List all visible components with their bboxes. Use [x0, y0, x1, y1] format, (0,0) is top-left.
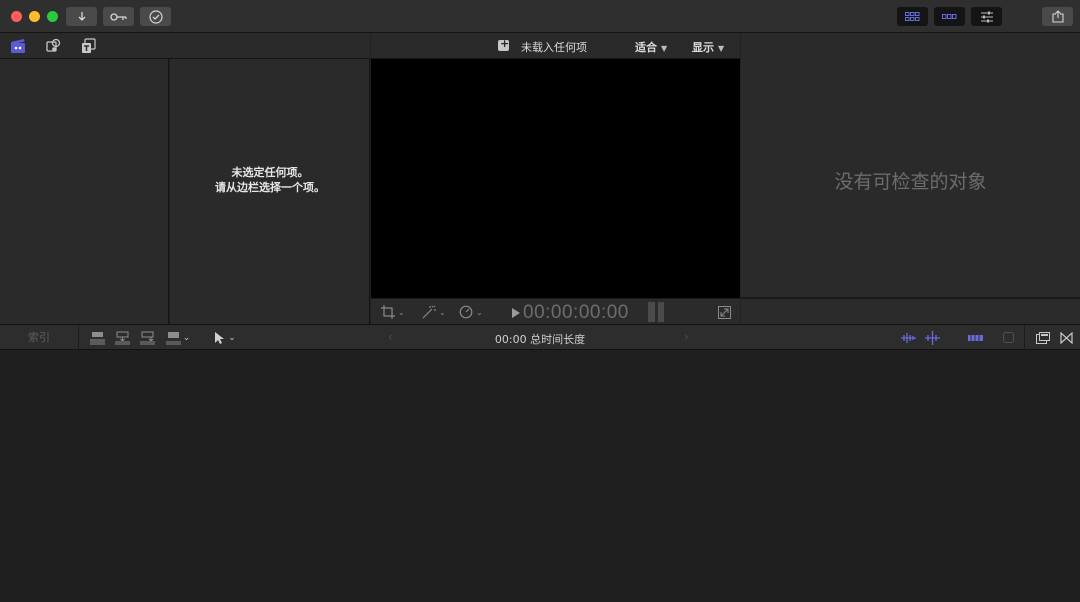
- chevron-down-icon: ▼: [661, 44, 668, 53]
- fit-menu[interactable]: 适合 ▼: [635, 39, 667, 55]
- browser-header: [0, 33, 370, 59]
- browser-pane[interactable]: 未选定任何项。 请从边栏选择一个项。: [170, 59, 370, 324]
- libraries-tab[interactable]: [9, 37, 27, 55]
- minimize-window-button[interactable]: [29, 11, 40, 22]
- chevron-down-icon: ⌄: [476, 307, 483, 317]
- photos-audio-icon: [46, 38, 61, 52]
- timeline-toggle-icon: [942, 14, 957, 19]
- chevron-down-icon: ⌄: [439, 307, 446, 317]
- share-icon: [1051, 10, 1064, 23]
- solo-icon: [967, 334, 983, 341]
- clip-appearance-button[interactable]: [1035, 329, 1051, 346]
- checkmark-icon: [148, 9, 163, 24]
- snapping-icon: [1002, 332, 1014, 343]
- magic-wand-icon: [422, 305, 436, 319]
- crop-menu[interactable]: ⌄: [381, 304, 405, 320]
- play-button[interactable]: [512, 308, 520, 318]
- libraries-icon: [11, 39, 25, 53]
- share-button[interactable]: [1042, 7, 1073, 26]
- inspector-toggle-button[interactable]: [971, 7, 1002, 26]
- effects-icon: [1059, 331, 1073, 344]
- crop-icon: [381, 305, 395, 319]
- clip-add-icon: [498, 37, 509, 51]
- fcp-window: 未选定任何项。 请从边栏选择一个项。 未载入任何项 适合 ▼ 显示 ▼ ⌄ ⌄ ⌄ …: [0, 0, 1080, 602]
- fit-menu-label: 适合: [635, 41, 657, 54]
- display-menu[interactable]: 显示 ▼: [692, 39, 724, 55]
- keyword-button[interactable]: [103, 7, 134, 26]
- chevron-down-icon: ▼: [718, 44, 725, 53]
- browser-empty-message: 未选定任何项。 请从边栏选择一个项。: [170, 165, 370, 195]
- fullscreen-button[interactable]: [718, 304, 731, 320]
- keyword-icon: [109, 12, 127, 21]
- timeline-toggle-button[interactable]: [934, 7, 965, 26]
- audio-skimming-button[interactable]: [899, 329, 917, 346]
- import-button[interactable]: [66, 7, 97, 26]
- skimmer-icon: [924, 330, 940, 345]
- inspector-empty-message: 没有可检查的对象: [834, 171, 987, 193]
- enhancement-menu[interactable]: ⌄: [422, 304, 446, 320]
- viewer-controls: ⌄ ⌄ ⌄ 00:00:00:00: [371, 298, 740, 324]
- skimming-button[interactable]: [923, 329, 941, 346]
- retime-menu[interactable]: ⌄: [459, 304, 483, 320]
- timecode-display: 00:00:00:00: [523, 302, 629, 323]
- viewer-canvas[interactable]: [371, 59, 740, 298]
- close-window-button[interactable]: [11, 11, 22, 22]
- inspector-toggle-icon: [980, 11, 993, 22]
- browser-toggle-button[interactable]: [897, 7, 928, 26]
- solo-button[interactable]: [966, 329, 984, 346]
- zoom-window-button[interactable]: [47, 11, 58, 22]
- viewer-header: 未载入任何项 适合 ▼ 显示 ▼: [371, 33, 740, 59]
- chevron-down-icon: ⌄: [398, 307, 405, 317]
- browser-empty-line2: 请从边栏选择一个项。: [215, 181, 325, 194]
- browser-toggle-icon: [905, 12, 920, 21]
- fullscreen-icon: [718, 305, 731, 319]
- audio-meter: [648, 302, 664, 322]
- speedometer-icon: [459, 305, 473, 319]
- toolbar-divider: [1024, 325, 1025, 350]
- timeline-duration: 00:00 总时间长度: [494, 333, 586, 346]
- inspector-pane: 没有可检查的对象: [741, 33, 1080, 298]
- inspector-footer: [741, 298, 1080, 324]
- titles-generators-tab[interactable]: [80, 37, 98, 55]
- timeline-toolbar: 索引 ⌄ ⌄ ‹ 00:00 总时间长度 ›: [0, 324, 1080, 350]
- import-icon: [78, 11, 85, 21]
- viewer-title: 未载入任何项: [521, 41, 587, 54]
- photos-audio-tab[interactable]: [44, 37, 62, 55]
- timeline-area[interactable]: [0, 350, 1080, 602]
- display-menu-label: 显示: [692, 41, 714, 54]
- browser-empty-line1: 未选定任何项。: [231, 166, 309, 179]
- clip-appearance-icon: [1036, 331, 1050, 344]
- title-bar: [0, 0, 1080, 33]
- next-button[interactable]: ›: [684, 330, 689, 344]
- titles-generators-icon: [82, 38, 96, 53]
- effects-browser-button[interactable]: [1059, 329, 1073, 346]
- waveform-icon: [900, 332, 916, 343]
- snapping-button[interactable]: [1001, 329, 1015, 346]
- background-tasks-button[interactable]: [140, 7, 171, 26]
- libraries-sidebar[interactable]: [0, 59, 169, 324]
